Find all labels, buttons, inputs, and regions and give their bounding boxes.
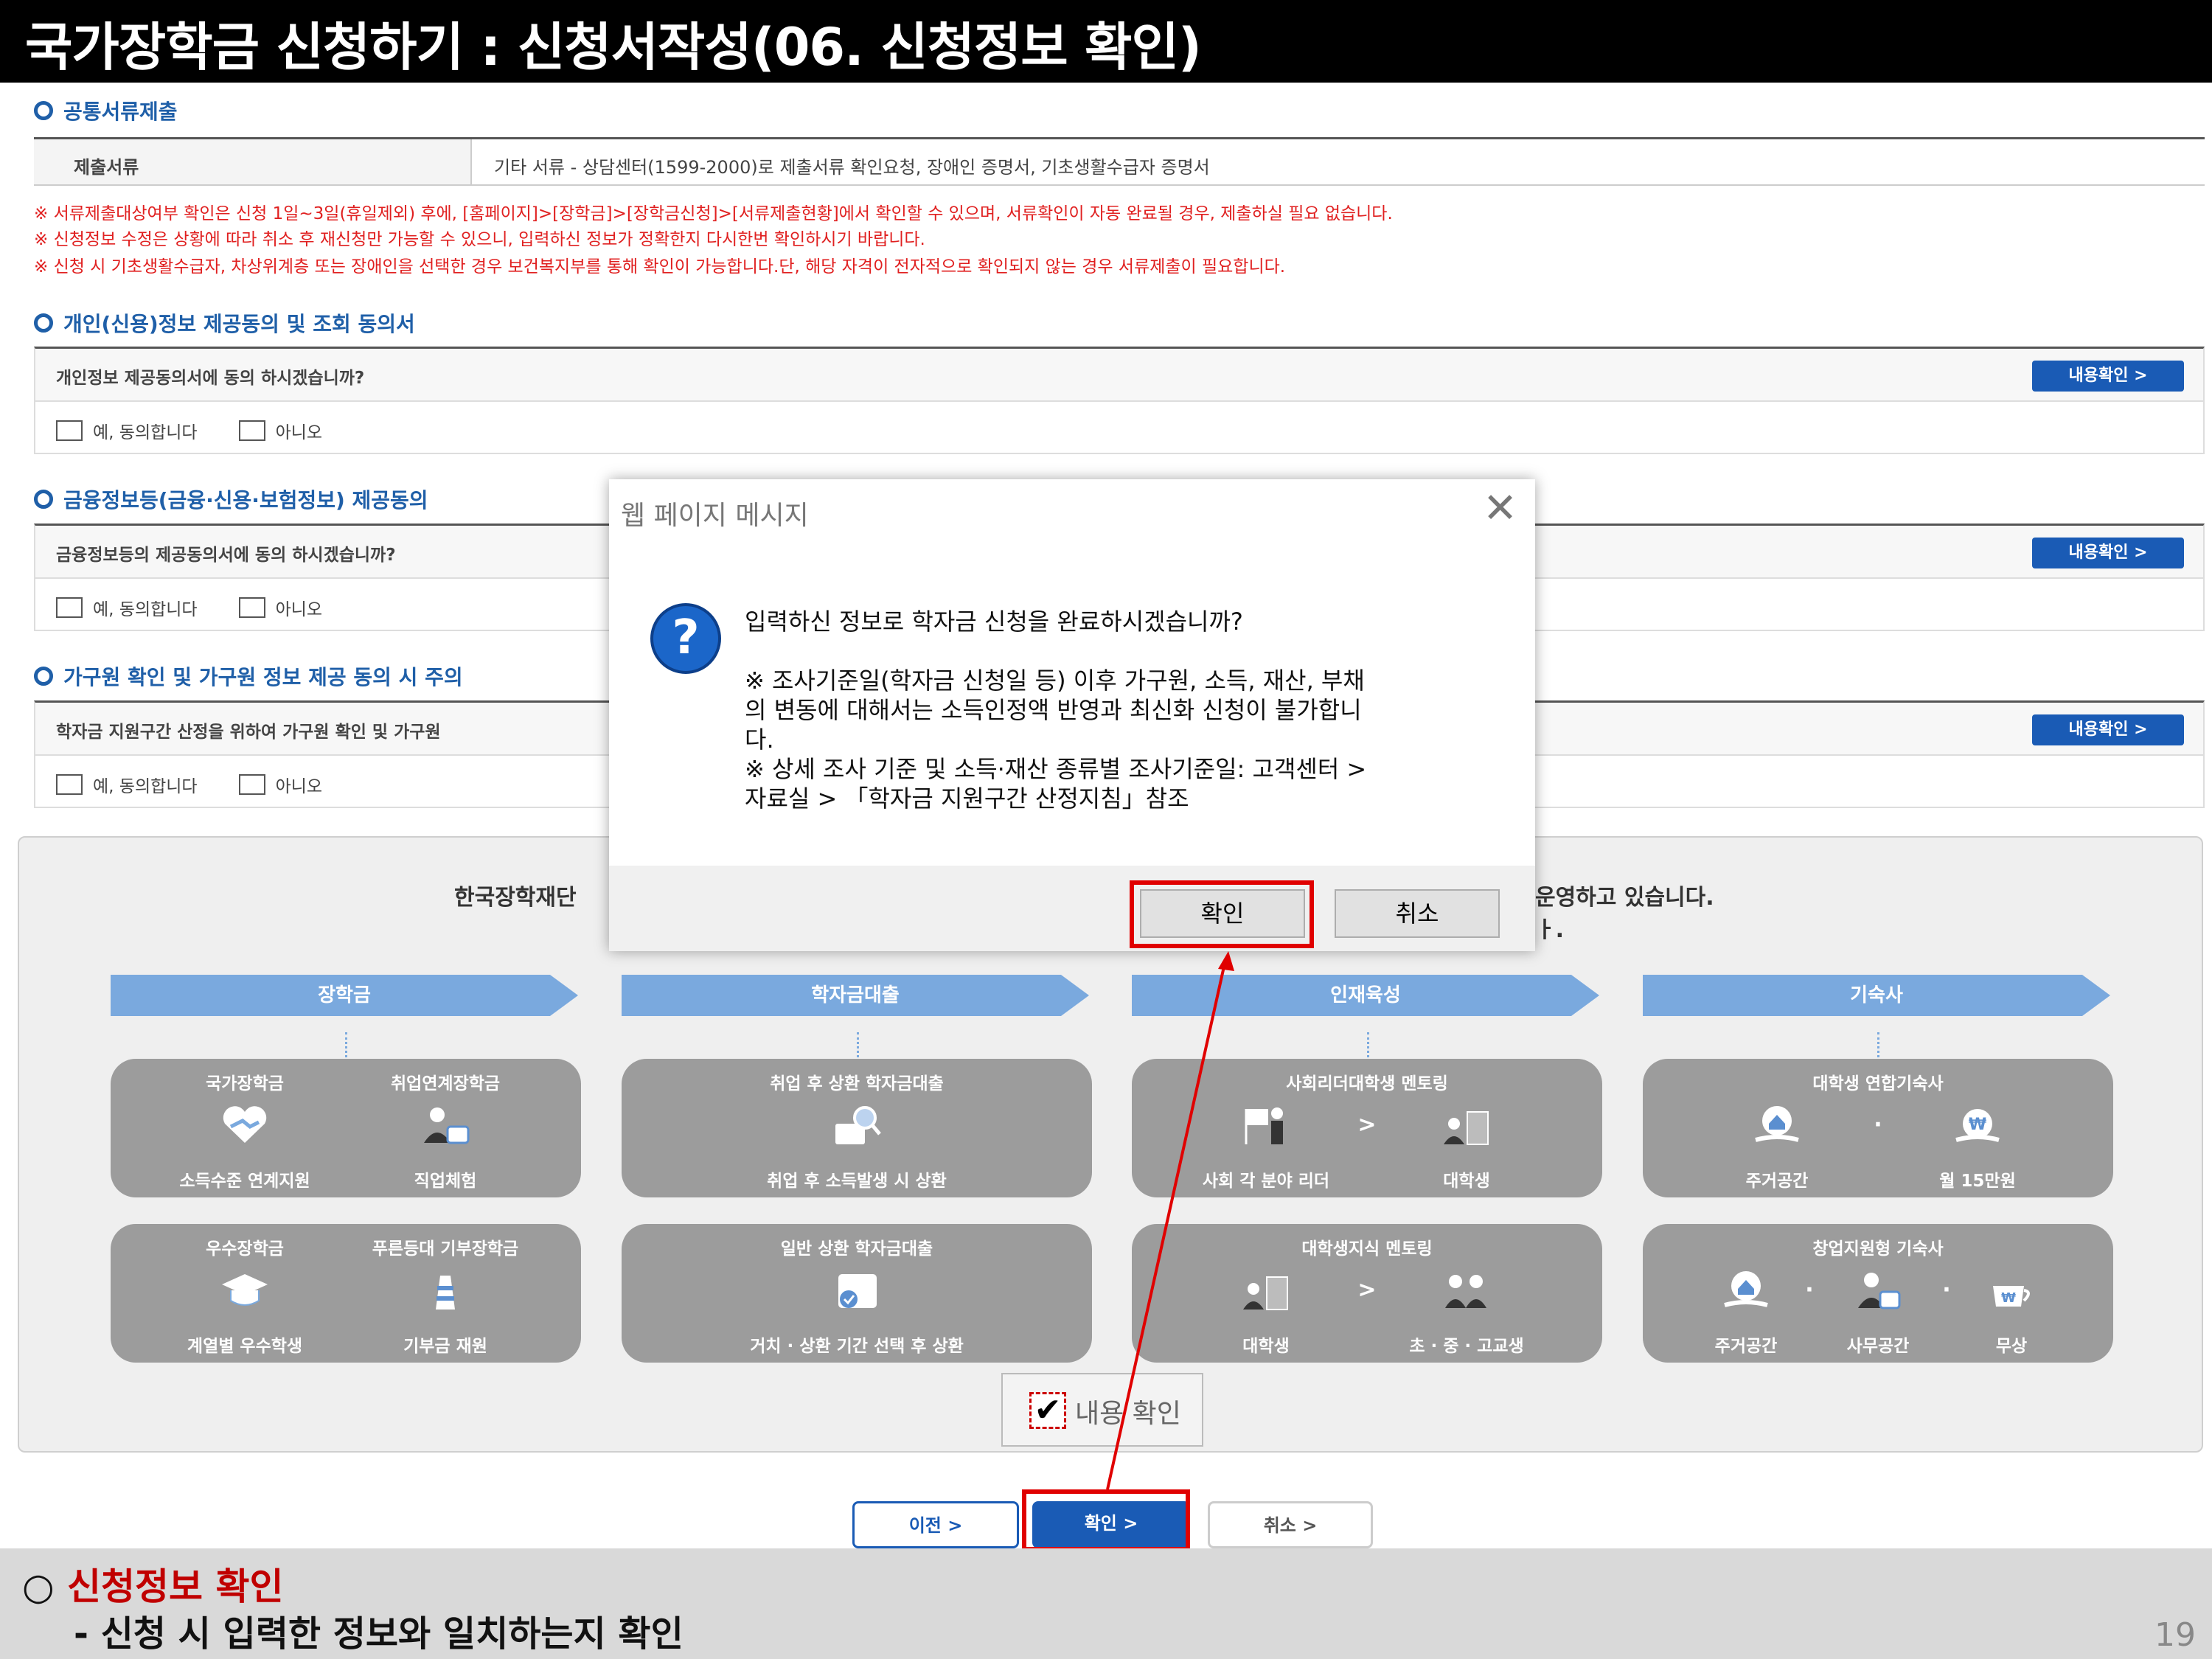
- note-heading: ○ 신청정보 확인: [22, 1565, 284, 1608]
- note-detail: - 신청 시 입력한 정보와 일치하는지 확인: [74, 1613, 684, 1655]
- pointer-arrow: [1106, 951, 1234, 1490]
- page-number: 19: [2154, 1616, 2196, 1654]
